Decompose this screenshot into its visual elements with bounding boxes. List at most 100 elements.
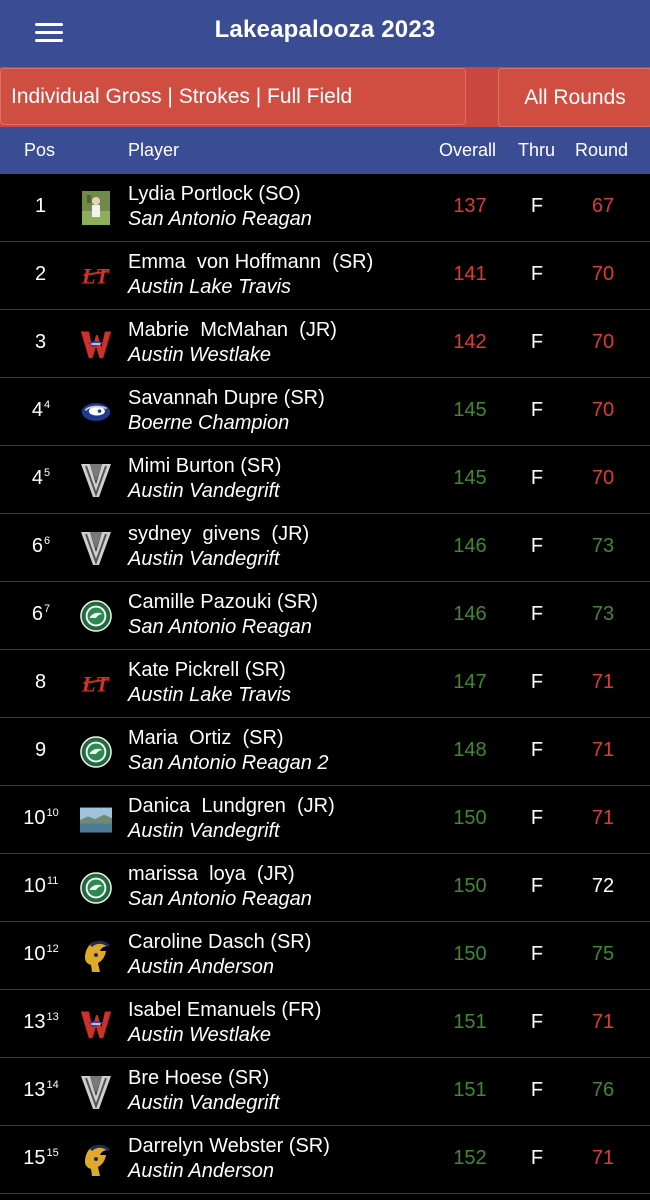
team-name: Austin Lake Travis	[128, 684, 292, 706]
leaderboard-row[interactable]: 67 Camille Pazouki (SR) San Antonio Reagan…	[0, 582, 650, 650]
leaderboard-row[interactable]: 1010 Danica Lundgren (JR) Austin Vandegrif…	[0, 786, 650, 854]
position-cell: 1	[0, 195, 82, 218]
page-title: Lakeapalooza 2023	[214, 16, 436, 43]
position-value: 4	[31, 399, 43, 421]
thru-status: F	[530, 535, 544, 557]
position-value: 3	[34, 331, 47, 353]
team-name: Boerne Champion	[128, 412, 290, 434]
position-value: 8	[34, 671, 47, 693]
overall-score: 150	[453, 807, 487, 829]
column-header-thru[interactable]: Thru	[518, 140, 555, 161]
position-cell: 67	[0, 603, 82, 626]
leaderboard-row[interactable]: 9 Maria Ortiz (SR) San Antonio Reagan 2 148…	[0, 718, 650, 786]
position-cell: 8	[0, 671, 82, 694]
tie-index: 12	[46, 943, 59, 956]
overall-score: 152	[453, 1147, 487, 1169]
thru-status: F	[530, 195, 544, 217]
player-name: marissa loya (JR)	[128, 863, 295, 885]
player-name: Mabrie McMahan (JR)	[128, 319, 337, 341]
round-score: 71	[591, 807, 615, 829]
position-cell: 45	[0, 467, 82, 490]
position-cell: 1313	[0, 1011, 82, 1034]
column-header-round[interactable]: Round	[575, 140, 628, 161]
tie-index: 11	[46, 875, 59, 888]
team-name: Austin Anderson	[128, 956, 275, 978]
position-value: 6	[31, 603, 43, 625]
charger-logo	[80, 394, 112, 430]
player-name: Bre Hoese (SR)	[128, 1067, 270, 1089]
w-logo	[80, 1006, 112, 1042]
thru-status: F	[530, 739, 544, 761]
position-value: 10	[23, 875, 46, 897]
team-name: Austin Westlake	[128, 344, 272, 366]
overall-score: 146	[453, 603, 487, 625]
position-value: 1	[34, 195, 47, 217]
column-header-overall[interactable]: Overall	[439, 140, 496, 161]
position-cell: 9	[0, 739, 82, 762]
reagan-logo	[80, 870, 112, 906]
tie-index: 4	[44, 399, 51, 412]
trojan-logo	[80, 938, 112, 974]
thru-status: F	[530, 399, 544, 421]
round-score: 76	[591, 1079, 615, 1101]
team-name: Austin Vandegrift	[128, 480, 280, 502]
player-name: Lydia Portlock (SO)	[128, 183, 301, 205]
leaderboard-row[interactable]: 66 sydney givens (JR) Austin Vandegrift 146…	[0, 514, 650, 582]
round-score: 71	[591, 1147, 615, 1169]
thru-status: F	[530, 671, 544, 693]
svg-text:LT: LT	[81, 264, 110, 289]
position-cell: 44	[0, 399, 82, 422]
position-cell: 1011	[0, 875, 82, 898]
thru-status: F	[530, 467, 544, 489]
leaderboard-row[interactable]: 8 LT Kate Pickrell (SR) Austin Lake Travis 1…	[0, 650, 650, 718]
column-header-player[interactable]: Player	[128, 140, 179, 161]
overall-score: 141	[453, 263, 487, 285]
position-cell: 3	[0, 331, 82, 354]
leaderboard-row[interactable]: 1012 Caroline Dasch (SR) Austin Anderson 15…	[0, 922, 650, 990]
landscape-photo	[80, 802, 112, 838]
position-cell: 1515	[0, 1147, 82, 1170]
leaderboard-row[interactable]: 1515 Darrelyn Webster (SR) Austin Anderson…	[0, 1126, 650, 1194]
column-header-pos[interactable]: Pos	[24, 140, 55, 161]
position-value: 10	[23, 943, 46, 965]
leaderboard-row[interactable]: 1313 Isabel Emanuels (FR) Austin Westlake 1…	[0, 990, 650, 1058]
round-score: 73	[591, 603, 615, 625]
leaderboard-type-selector[interactable]: Individual Gross | Strokes | Full Field	[0, 68, 466, 125]
reagan-logo	[80, 598, 112, 634]
leaderboard-row[interactable]: 1314 Bre Hoese (SR) Austin Vandegrift 151 F 7…	[0, 1058, 650, 1126]
lt-logo: LT	[80, 666, 112, 702]
team-name: Austin Vandegrift	[128, 548, 280, 570]
position-cell: 1314	[0, 1079, 82, 1102]
round-score: 75	[591, 943, 615, 965]
overall-score: 150	[453, 943, 487, 965]
leaderboard-row[interactable]: 45 Mimi Burton (SR) Austin Vandegrift 145 F 7…	[0, 446, 650, 514]
lt-logo: LT	[80, 258, 112, 294]
overall-score: 151	[453, 1079, 487, 1101]
overall-score: 151	[453, 1011, 487, 1033]
column-header-row: Pos Player Overall Thru Round	[0, 127, 650, 174]
leaderboard-row[interactable]: 3 Mabrie McMahan (JR) Austin Westlake 142 F 7…	[0, 310, 650, 378]
overall-score: 142	[453, 331, 487, 353]
position-cell: 1012	[0, 943, 82, 966]
leaderboard-row[interactable]: 44 Savannah Dupre (SR) Boerne Champion 145 F…	[0, 378, 650, 446]
thru-status: F	[530, 875, 544, 897]
overall-score: 145	[453, 467, 487, 489]
round-selector[interactable]: All Rounds	[498, 68, 650, 127]
position-cell: 2	[0, 263, 82, 286]
leaderboard-row[interactable]: 2 LT Emma von Hoffmann (SR) Austin Lake Tra…	[0, 242, 650, 310]
tie-index: 6	[44, 535, 51, 548]
team-name: Austin Lake Travis	[128, 276, 292, 298]
thru-status: F	[530, 943, 544, 965]
leaderboard-row[interactable]: 1011 marissa loya (JR) San Antonio Reagan 1…	[0, 854, 650, 922]
round-score: 71	[591, 739, 615, 761]
player-name: Darrelyn Webster (SR)	[128, 1135, 330, 1157]
position-value: 2	[34, 263, 47, 285]
v-logo	[80, 530, 112, 566]
team-name: San Antonio Reagan 2	[128, 752, 329, 774]
position-value: 6	[31, 535, 43, 557]
round-score: 71	[591, 671, 615, 693]
tie-index: 13	[46, 1011, 59, 1024]
leaderboard-row[interactable]: 1 Lydia Portlock (SO) San Antonio Reagan 13…	[0, 174, 650, 242]
app-header: Lakeapalooza 2023	[0, 0, 650, 67]
overall-score: 146	[453, 535, 487, 557]
